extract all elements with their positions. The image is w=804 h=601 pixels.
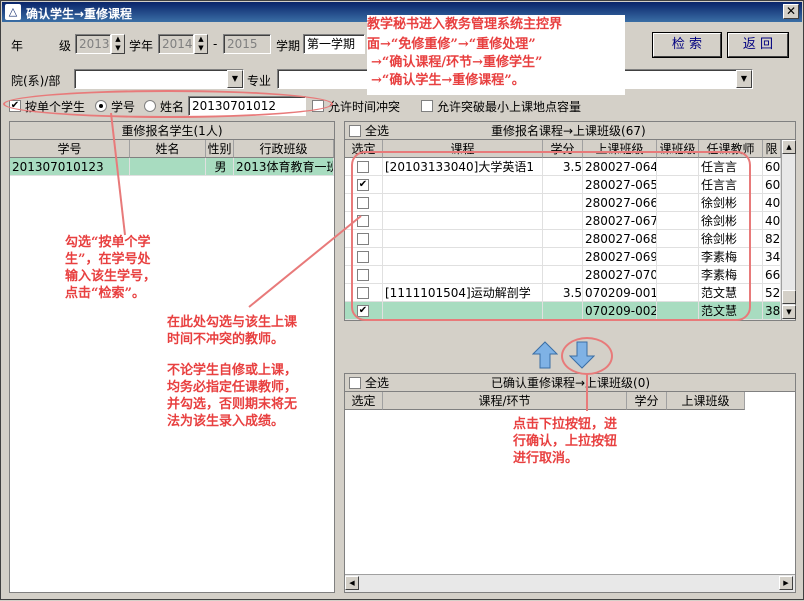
course-class-title: 重修报名课程→上课班级(67) bbox=[491, 124, 646, 138]
scroll-thumb[interactable] bbox=[782, 290, 796, 304]
confirmed-select-all-checkbox[interactable] bbox=[349, 377, 361, 389]
scroll-down-icon[interactable]: ▼ bbox=[782, 305, 796, 319]
limit-cell: 60 bbox=[763, 158, 781, 176]
col-student-id[interactable]: 学号 bbox=[10, 140, 130, 158]
search-button[interactable]: 检 索 bbox=[652, 32, 722, 58]
annotation-mid2-line4: 法为该生录入成绩。 bbox=[167, 414, 285, 429]
confirmed-select-all-label: 全选 bbox=[365, 376, 390, 390]
school-year-spinner[interactable]: ▲ ▼ bbox=[194, 34, 208, 54]
term-select[interactable]: 第一学期 bbox=[303, 34, 365, 54]
col-class[interactable]: 上课班级 bbox=[667, 392, 745, 410]
horizontal-scrollbar[interactable]: ◀ ▶ bbox=[345, 574, 795, 592]
annotation-mid2-line2: 均务必指定任课教师， bbox=[167, 380, 298, 395]
col-course-link[interactable]: 课程/环节 bbox=[383, 392, 627, 410]
confirmed-title: 已确认重修课程→上课班级(0) bbox=[491, 376, 651, 390]
close-button[interactable]: ✕ bbox=[783, 4, 799, 19]
grade-spinner[interactable]: ▲ ▼ bbox=[111, 34, 125, 54]
limit-cell: 66 bbox=[763, 266, 781, 284]
confirmed-panel: 全选 已确认重修课程→上课班级(0) 选定 课程/环节 学分 上课班级 ◀ ▶ bbox=[344, 373, 796, 593]
main-window: △ 确认学生→重修课程 ✕ 年 级 2013 ▲ ▼ 学年 2014 ▲ ▼ - 2… bbox=[0, 0, 804, 600]
annotation-top-line3: →“确认课程/环节→重修学生” bbox=[371, 55, 543, 70]
student-id-cell: 201307010123 bbox=[10, 158, 130, 176]
student-list-title: 重修报名学生(1人) bbox=[10, 122, 334, 140]
annotation-mid1-line2: 时间不冲突的教师。 bbox=[167, 332, 285, 347]
time-conflict-label: 允许时间冲突 bbox=[328, 100, 401, 114]
school-year-to-input[interactable]: 2015 bbox=[223, 34, 271, 54]
annotation-mid1-line1: 在此处勾选与该生上课 bbox=[167, 315, 298, 330]
scroll-up-icon[interactable]: ▲ bbox=[782, 140, 796, 154]
annotation-top-line1: 教学秘书进入教务管理系统主控界 bbox=[367, 17, 563, 32]
capacity-label: 允许突破最小上课地点容量 bbox=[437, 100, 582, 114]
class-cell: 2013体育教育一班 bbox=[234, 158, 334, 176]
limit-cell: 38 bbox=[763, 302, 781, 320]
table-row[interactable]: 201307010123 ███ 男 2013体育教育一班 bbox=[10, 158, 334, 176]
limit-cell: 40 bbox=[763, 212, 781, 230]
annotation-left-line3: 输入该生学号， bbox=[65, 269, 157, 284]
highlight-box-classes bbox=[351, 151, 751, 321]
highlight-oval-arrow bbox=[561, 337, 613, 375]
limit-cell: 82 bbox=[763, 230, 781, 248]
select-all-label: 全选 bbox=[365, 124, 390, 138]
annotation-left-line2: 生”，在学号处 bbox=[65, 252, 151, 267]
confirmed-header: 全选 已确认重修课程→上课班级(0) bbox=[345, 374, 795, 392]
app-icon: △ bbox=[5, 4, 21, 20]
grade-label: 级 bbox=[59, 39, 72, 53]
major-label: 专业 bbox=[247, 74, 272, 88]
annotation-top-box: 教学秘书进入教务管理系统主控界 面→“免修重修”→“重修处理” →“确认课程/环… bbox=[367, 15, 625, 95]
annotation-right-line3: 进行取消。 bbox=[513, 451, 579, 466]
annotation-left-line1: 勾选“按单个学 bbox=[65, 235, 151, 250]
col-class[interactable]: 行政班级 bbox=[234, 140, 334, 158]
capacity-checkbox[interactable] bbox=[421, 100, 433, 112]
course-class-header: 全选 重修报名课程→上课班级(67) bbox=[345, 122, 795, 140]
col-name[interactable]: 姓名 bbox=[130, 140, 206, 158]
annotation-left-line4: 点击“检索”。 bbox=[65, 286, 145, 301]
dept-label: 院(系)/部 bbox=[11, 74, 61, 88]
student-list-panel: 重修报名学生(1人) 学号 姓名 性别 行政班级 201307010123 ██… bbox=[9, 121, 335, 593]
col-gender[interactable]: 性别 bbox=[206, 140, 234, 158]
annotation-top-line2: 面→“免修重修”→“重修处理” bbox=[367, 37, 536, 52]
major-dropdown-icon[interactable]: ▼ bbox=[736, 70, 752, 88]
back-button[interactable]: 返 回 bbox=[727, 32, 789, 58]
col-credit[interactable]: 学分 bbox=[627, 392, 667, 410]
dept-select[interactable] bbox=[74, 69, 244, 89]
school-year-label: 学年 bbox=[129, 39, 154, 53]
limit-cell: 52 bbox=[763, 284, 781, 302]
col-select[interactable]: 选定 bbox=[345, 392, 383, 410]
annotation-top-line4: →“确认学生→重修课程”。 bbox=[371, 73, 525, 88]
gender-cell: 男 bbox=[206, 158, 234, 176]
term-label: 学期 bbox=[276, 39, 301, 53]
school-year-from-input[interactable]: 2014 bbox=[158, 34, 194, 54]
annotation-right-line2: 行确认，上拉按钮 bbox=[513, 434, 618, 449]
window-title: 确认学生→重修课程 bbox=[26, 7, 133, 21]
cancel-up-arrow-icon[interactable] bbox=[532, 341, 558, 369]
annotation-mid2-line1: 不论学生自修或上课， bbox=[167, 363, 298, 378]
scrollbar[interactable]: ▲ ▼ bbox=[781, 140, 796, 320]
col-limit[interactable]: 限 bbox=[763, 140, 781, 158]
select-all-checkbox[interactable] bbox=[349, 125, 361, 137]
grade-input[interactable]: 2013 bbox=[75, 34, 111, 54]
scroll-left-icon[interactable]: ◀ bbox=[345, 576, 359, 590]
year-dash: - bbox=[213, 37, 218, 51]
annotation-mid2-line3: 并勾选，否则期末将无 bbox=[167, 397, 298, 412]
limit-cell: 34 bbox=[763, 248, 781, 266]
student-name-cell: ███ bbox=[130, 158, 206, 176]
limit-cell: 40 bbox=[763, 194, 781, 212]
annotation-right-line1: 点击下拉按钮，进 bbox=[513, 417, 618, 432]
dept-dropdown-icon[interactable]: ▼ bbox=[227, 70, 243, 88]
limit-cell: 60 bbox=[763, 176, 781, 194]
highlight-oval-options bbox=[3, 90, 333, 118]
scroll-right-icon[interactable]: ▶ bbox=[779, 576, 793, 590]
year-label: 年 bbox=[11, 39, 24, 53]
